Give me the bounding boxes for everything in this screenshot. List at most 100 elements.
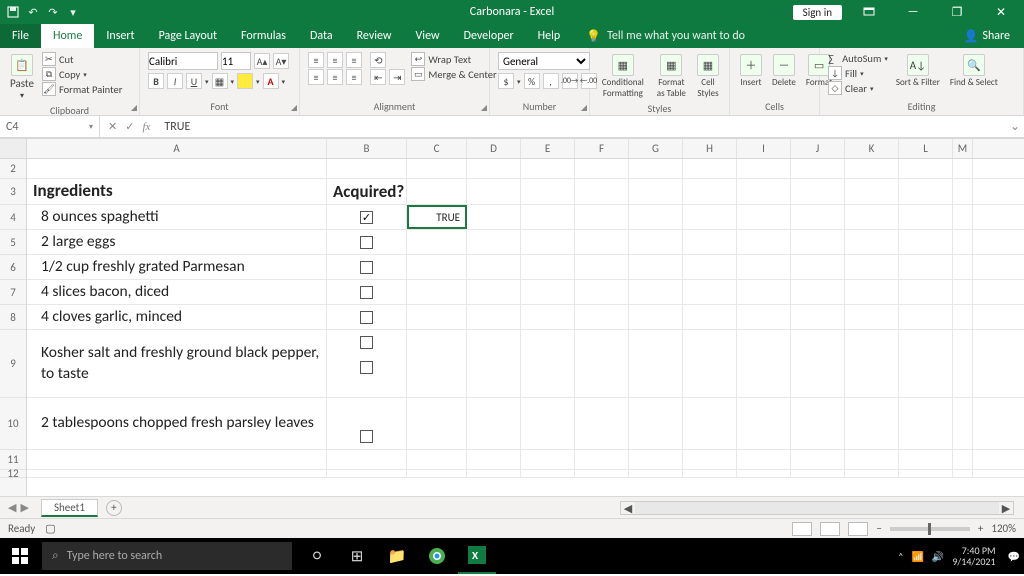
cell[interactable] bbox=[467, 305, 521, 329]
cell[interactable] bbox=[327, 255, 407, 279]
align-center-button[interactable]: ≡ bbox=[327, 69, 343, 85]
dialog-launcher-icon[interactable]: ◢ bbox=[291, 103, 297, 113]
column-header[interactable]: F bbox=[575, 139, 629, 158]
cell[interactable]: 1/2 cup freshly grated Parmesan bbox=[27, 255, 327, 279]
close-button[interactable]: ✕ bbox=[984, 0, 1018, 24]
cell[interactable] bbox=[845, 205, 899, 229]
checkbox[interactable] bbox=[360, 211, 373, 224]
dialog-launcher-icon[interactable]: ◢ bbox=[131, 103, 137, 113]
italic-button[interactable]: I bbox=[167, 73, 183, 89]
cell[interactable] bbox=[899, 159, 953, 178]
cell[interactable] bbox=[327, 159, 407, 178]
cell[interactable] bbox=[791, 330, 845, 397]
cell[interactable] bbox=[899, 179, 953, 204]
volume-icon[interactable]: 🔊 bbox=[932, 550, 944, 563]
tab-formulas[interactable]: Formulas bbox=[229, 24, 298, 48]
cell[interactable] bbox=[737, 305, 791, 329]
column-header[interactable]: M bbox=[953, 139, 973, 158]
align-bottom-button[interactable]: ≡ bbox=[346, 52, 362, 68]
cell[interactable]: 2 tablespoons chopped fresh parsley leav… bbox=[27, 398, 327, 449]
cell[interactable] bbox=[845, 330, 899, 397]
scroll-left-icon[interactable]: ◀ bbox=[621, 502, 635, 514]
cell[interactable] bbox=[953, 398, 973, 449]
cell[interactable] bbox=[953, 159, 973, 178]
cell[interactable] bbox=[845, 255, 899, 279]
sort-filter-button[interactable]: A↓Sort & Filter bbox=[894, 52, 942, 90]
tab-insert[interactable]: Insert bbox=[94, 24, 146, 48]
tab-file[interactable]: File bbox=[0, 24, 41, 48]
cell[interactable] bbox=[953, 205, 973, 229]
cell[interactable] bbox=[467, 450, 521, 469]
page-break-view-button[interactable] bbox=[848, 522, 868, 536]
increase-decimal-button[interactable]: .00→ bbox=[562, 73, 578, 89]
column-header[interactable]: J bbox=[791, 139, 845, 158]
column-header[interactable]: H bbox=[683, 139, 737, 158]
font-name-input[interactable] bbox=[148, 52, 218, 70]
cell[interactable] bbox=[629, 255, 683, 279]
cell[interactable] bbox=[407, 470, 467, 477]
insert-cells-button[interactable]: ＋Insert bbox=[738, 52, 764, 90]
cell[interactable] bbox=[575, 470, 629, 477]
cell[interactable] bbox=[521, 255, 575, 279]
cell[interactable] bbox=[791, 280, 845, 304]
align-right-button[interactable]: ≡ bbox=[346, 69, 362, 85]
cell[interactable] bbox=[737, 179, 791, 204]
cell[interactable] bbox=[683, 470, 737, 477]
font-color-button[interactable]: A bbox=[263, 73, 279, 89]
name-box[interactable]: C4▾ bbox=[0, 116, 100, 137]
find-select-button[interactable]: 🔍Find & Select bbox=[948, 52, 1000, 90]
cell[interactable] bbox=[953, 255, 973, 279]
cell[interactable] bbox=[575, 159, 629, 178]
normal-view-button[interactable] bbox=[792, 522, 812, 536]
cell[interactable] bbox=[683, 280, 737, 304]
cell[interactable] bbox=[521, 280, 575, 304]
cell[interactable] bbox=[575, 280, 629, 304]
start-button[interactable] bbox=[0, 538, 40, 574]
cell[interactable]: Kosher salt and freshly ground black pep… bbox=[27, 330, 327, 397]
cell[interactable] bbox=[953, 470, 973, 477]
cell[interactable] bbox=[899, 470, 953, 477]
cell[interactable] bbox=[683, 330, 737, 397]
align-left-button[interactable]: ≡ bbox=[308, 69, 324, 85]
cell[interactable] bbox=[899, 330, 953, 397]
cell[interactable] bbox=[327, 398, 407, 449]
cell[interactable] bbox=[629, 230, 683, 254]
cell[interactable] bbox=[845, 179, 899, 204]
cell[interactable] bbox=[407, 330, 467, 397]
cell[interactable] bbox=[845, 470, 899, 477]
task-view-icon[interactable]: ⊞ bbox=[338, 538, 376, 574]
align-top-button[interactable]: ≡ bbox=[308, 52, 324, 68]
cell[interactable] bbox=[791, 255, 845, 279]
number-format-select[interactable]: General bbox=[498, 52, 590, 70]
tell-me-search[interactable]: 💡 Tell me what you want to do bbox=[572, 24, 745, 48]
cell[interactable] bbox=[467, 230, 521, 254]
cell[interactable] bbox=[407, 179, 467, 204]
tab-page-layout[interactable]: Page Layout bbox=[147, 24, 229, 48]
formula-input[interactable]: TRUE bbox=[158, 116, 1006, 137]
cell[interactable] bbox=[845, 230, 899, 254]
column-header[interactable]: G bbox=[629, 139, 683, 158]
cell[interactable] bbox=[327, 470, 407, 477]
row-header[interactable]: 2 bbox=[0, 159, 26, 179]
font-size-input[interactable] bbox=[221, 52, 251, 70]
tab-developer[interactable]: Developer bbox=[452, 24, 526, 48]
notifications-icon[interactable]: 💬 bbox=[1008, 550, 1020, 563]
align-middle-button[interactable]: ≡ bbox=[327, 52, 343, 68]
excel-icon[interactable]: X bbox=[458, 538, 496, 574]
format-as-table-button[interactable]: ▦Format as Table bbox=[654, 52, 689, 101]
cell[interactable]: Acquired? bbox=[327, 179, 407, 204]
expand-formula-bar-icon[interactable]: ⌄ bbox=[1006, 116, 1024, 137]
cell[interactable] bbox=[629, 179, 683, 204]
cell[interactable] bbox=[467, 280, 521, 304]
scroll-right-icon[interactable]: ▶ bbox=[999, 502, 1013, 514]
cell[interactable] bbox=[737, 330, 791, 397]
cell[interactable] bbox=[899, 255, 953, 279]
cell[interactable] bbox=[629, 159, 683, 178]
checkbox[interactable] bbox=[360, 261, 373, 274]
cell[interactable] bbox=[953, 230, 973, 254]
enter-formula-icon[interactable]: ✓ bbox=[125, 120, 134, 133]
cell[interactable] bbox=[27, 159, 327, 178]
increase-indent-button[interactable]: ⇥ bbox=[389, 69, 405, 85]
cell[interactable] bbox=[737, 230, 791, 254]
row-header[interactable]: 7 bbox=[0, 280, 26, 305]
